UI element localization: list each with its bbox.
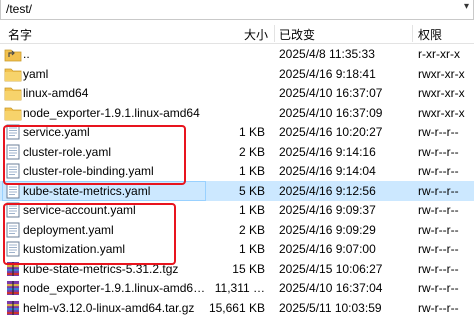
file-name: service.yaml: [23, 125, 90, 139]
text-file-icon: [4, 183, 22, 199]
folder-icon: [4, 66, 22, 82]
file-name: kube-state-metrics.yaml: [23, 183, 151, 198]
file-modified: 2025/4/16 9:12:56: [279, 183, 376, 198]
file-row[interactable]: service.yaml 1 KB 2025/4/16 10:20:27 rw-r--…: [0, 122, 474, 142]
file-size: 2 KB: [238, 222, 265, 237]
file-permissions: rwxr-xr-x: [418, 105, 465, 120]
file-size: 15,661 KB: [208, 300, 265, 315]
file-permissions: rwxr-xr-x: [418, 66, 465, 81]
file-modified: 2025/4/16 9:09:29: [279, 222, 376, 237]
file-row[interactable]: kube-state-metrics-5.31.2.tgz 15 KB 2025/4…: [0, 259, 474, 279]
text-file-icon: [4, 222, 22, 238]
file-name: helm-v3.12.0-linux-amd64.tar.gz: [23, 300, 195, 315]
column-header: 名字 大小 已改变 权限: [0, 23, 474, 44]
file-row[interactable]: kustomization.yaml 1 KB 2025/4/16 9:07:00 r…: [0, 239, 474, 259]
file-modified: 2025/4/16 9:07:00: [279, 242, 376, 256]
column-size[interactable]: 大小: [244, 26, 268, 43]
file-permissions: rw-r--r--: [418, 125, 459, 139]
text-file-icon: [4, 163, 22, 179]
file-size: 15 KB: [232, 261, 265, 276]
file-row[interactable]: yaml 2025/4/16 9:18:41 rwxr-xr-x: [0, 64, 474, 84]
file-permissions: rw-r--r--: [418, 300, 459, 315]
archive-icon: [4, 280, 22, 296]
file-size: 1 KB: [238, 203, 265, 217]
file-name: service-account.yaml: [23, 203, 136, 217]
file-row[interactable]: cluster-role.yaml 2 KB 2025/4/16 9:14:16 rw…: [0, 142, 474, 162]
file-name: kustomization.yaml: [23, 242, 126, 256]
file-modified: 2025/4/16 9:14:16: [279, 144, 376, 159]
file-permissions: rw-r--r--: [418, 144, 459, 159]
file-row[interactable]: linux-amd64 2025/4/10 16:37:07 rwxr-xr-x: [0, 83, 474, 103]
folder-icon: [4, 85, 22, 101]
file-row[interactable]: service-account.yaml 1 KB 2025/4/16 9:09:3…: [0, 200, 474, 220]
file-name: cluster-role-binding.yaml: [23, 164, 154, 178]
file-name: kube-state-metrics-5.31.2.tgz: [23, 261, 179, 276]
file-row[interactable]: node_exporter-1.9.1.linux-amd64 2025/4/10…: [0, 103, 474, 123]
file-row[interactable]: deployment.yaml 2 KB 2025/4/16 9:09:29 rw-r…: [0, 220, 474, 240]
file-modified: 2025/4/15 10:06:27: [279, 261, 383, 276]
file-permissions: rw-r--r--: [418, 261, 459, 276]
file-name: ..: [23, 47, 30, 61]
column-modified[interactable]: 已改变: [279, 26, 315, 43]
file-name: linux-amd64: [23, 86, 89, 100]
file-size: 5 KB: [238, 183, 265, 198]
file-name: deployment.yaml: [23, 222, 114, 237]
file-row[interactable]: helm-v3.12.0-linux-amd64.tar.gz 15,661 KB…: [0, 298, 474, 318]
column-divider[interactable]: [274, 25, 275, 42]
folder-icon: [4, 105, 22, 121]
file-modified: 2025/4/16 9:14:04: [279, 164, 376, 178]
text-file-icon: [4, 124, 22, 140]
text-file-icon: [4, 202, 22, 218]
file-permissions: rw-r--r--: [418, 242, 459, 256]
file-modified: 2025/4/10 16:37:09: [279, 105, 383, 120]
file-modified: 2025/4/16 10:20:27: [279, 125, 383, 139]
file-permissions: rw-r--r--: [418, 203, 459, 217]
archive-icon: [4, 300, 22, 316]
file-size: 1 KB: [238, 125, 265, 139]
file-permissions: rw-r--r--: [418, 281, 459, 295]
file-row[interactable]: .. 2025/4/8 11:35:33 r-xr-xr-x: [0, 44, 474, 64]
file-modified: 2025/4/10 16:37:04: [279, 281, 383, 295]
path-bar[interactable]: /test/ ▾: [0, 0, 474, 20]
file-modified: 2025/5/11 10:03:59: [279, 300, 382, 315]
column-permissions[interactable]: 权限: [418, 26, 442, 43]
file-modified: 2025/4/16 9:09:37: [279, 203, 376, 217]
file-row[interactable]: kube-state-metrics.yaml 5 KB 2025/4/16 9:1…: [0, 180, 474, 201]
file-size: 1 KB: [238, 164, 265, 178]
file-row[interactable]: cluster-role-binding.yaml 1 KB 2025/4/16 9…: [0, 161, 474, 181]
file-size: 11,311 …: [214, 281, 265, 295]
column-divider[interactable]: [412, 25, 413, 42]
file-permissions: rwxr-xr-x: [418, 86, 465, 100]
path-input[interactable]: /test/: [6, 2, 32, 16]
file-permissions: rw-r--r--: [418, 222, 459, 237]
file-modified: 2025/4/10 16:37:07: [279, 86, 383, 100]
column-name[interactable]: 名字: [8, 26, 32, 43]
file-size: 2 KB: [238, 144, 265, 159]
file-permissions: rw-r--r--: [418, 164, 459, 178]
file-size: 1 KB: [238, 242, 265, 256]
file-name: yaml: [23, 66, 49, 81]
file-permissions: rw-r--r--: [418, 183, 459, 198]
file-name: cluster-role.yaml: [23, 144, 112, 159]
file-name: node_exporter-1.9.1.linux-amd6…: [23, 281, 206, 295]
chevron-down-icon[interactable]: ▾: [464, 1, 469, 12]
file-name: node_exporter-1.9.1.linux-amd64: [23, 105, 200, 120]
text-file-icon: [4, 241, 22, 257]
file-row[interactable]: node_exporter-1.9.1.linux-amd6… 11,311 … 2…: [0, 278, 474, 298]
text-file-icon: [4, 144, 22, 160]
file-modified: 2025/4/16 9:18:41: [279, 66, 376, 81]
parent-folder-icon: [4, 46, 22, 62]
file-modified: 2025/4/8 11:35:33: [279, 47, 375, 61]
archive-icon: [4, 261, 22, 277]
file-permissions: r-xr-xr-x: [418, 47, 460, 61]
